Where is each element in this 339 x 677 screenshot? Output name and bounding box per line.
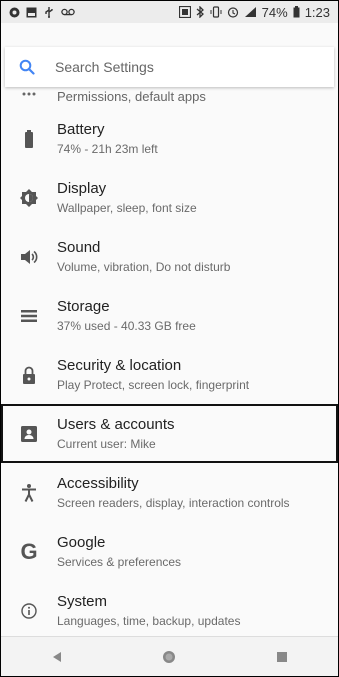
notification-dot-icon <box>9 7 20 18</box>
settings-item-title: Accessibility <box>57 475 139 492</box>
gallery-icon <box>26 7 37 18</box>
navigation-bar <box>1 636 338 676</box>
settings-item-subtitle: Services & preferences <box>57 555 182 569</box>
list-item-apps-partial[interactable]: Permissions, default apps <box>1 87 338 109</box>
list-item-subtitle: Permissions, default apps <box>57 89 206 104</box>
usb-icon <box>43 6 55 18</box>
clock: 1:23 <box>304 4 330 20</box>
search-input[interactable]: Search Settings <box>55 59 154 75</box>
home-icon <box>163 651 176 663</box>
settings-item-storage[interactable]: Storage 37% used - 40.33 GB free <box>1 286 338 345</box>
back-icon <box>53 652 62 662</box>
volume-icon <box>1 249 57 265</box>
settings-item-subtitle: Play Protect, screen lock, fingerprint <box>57 378 250 392</box>
search-icon[interactable] <box>9 59 45 75</box>
recents-icon <box>276 652 287 662</box>
nfc-icon <box>178 6 191 18</box>
settings-item-subtitle: Current user: Mike <box>57 437 156 451</box>
info-icon <box>1 602 57 619</box>
settings-item-google[interactable]: G Google Services & preferences <box>1 522 338 581</box>
alarm-icon <box>227 6 239 18</box>
more-icon <box>1 92 57 96</box>
voicemail-icon <box>61 8 75 16</box>
battery-icon <box>293 6 300 18</box>
settings-item-title: Users & accounts <box>57 416 175 433</box>
recents-button[interactable] <box>252 637 312 676</box>
settings-item-title: Storage <box>57 298 110 315</box>
settings-item-system[interactable]: System Languages, time, backup, updates <box>1 581 338 640</box>
settings-item-users[interactable]: Users & accounts Current user: Mike <box>1 404 338 463</box>
status-left <box>1 6 75 18</box>
status-bar: 74% 1:23 <box>1 1 338 23</box>
settings-item-subtitle: Volume, vibration, Do not disturb <box>57 260 231 274</box>
settings-list: Permissions, default apps Battery 74% - … <box>1 87 338 640</box>
settings-item-title: System <box>57 593 108 610</box>
settings-item-title: Google <box>57 534 106 551</box>
settings-item-accessibility[interactable]: Accessibility Screen readers, display, i… <box>1 463 338 522</box>
settings-item-battery[interactable]: Battery 74% - 21h 23m left <box>1 109 338 168</box>
lock-icon <box>1 366 57 384</box>
settings-item-title: Security & location <box>57 357 182 374</box>
google-icon: G <box>20 538 38 564</box>
settings-item-subtitle: Languages, time, backup, updates <box>57 614 241 628</box>
status-right: 74% 1:23 <box>178 4 338 20</box>
settings-item-subtitle: Wallpaper, sleep, font size <box>57 201 197 215</box>
battery-percent: 74% <box>261 4 288 20</box>
account-box-icon <box>1 425 57 442</box>
accessibility-icon <box>1 483 57 502</box>
brightness-icon <box>1 188 57 207</box>
battery-icon <box>1 129 57 148</box>
settings-screen: 74% 1:23 Search Settings Permissions, de… <box>0 0 339 677</box>
settings-item-security[interactable]: Security & location Play Protect, screen… <box>1 345 338 404</box>
settings-item-subtitle: 37% used - 40.33 GB free <box>57 319 196 333</box>
search-bar[interactable]: Search Settings <box>5 47 334 87</box>
settings-item-title: Display <box>57 180 107 197</box>
settings-item-subtitle: 74% - 21h 23m left <box>57 142 158 156</box>
storage-icon <box>1 309 57 323</box>
back-button[interactable] <box>27 637 87 676</box>
settings-item-display[interactable]: Display Wallpaper, sleep, font size <box>1 168 338 227</box>
vibrate-icon <box>210 6 222 18</box>
bluetooth-icon <box>196 6 205 18</box>
settings-item-title: Battery <box>57 121 105 138</box>
settings-item-sound[interactable]: Sound Volume, vibration, Do not disturb <box>1 227 338 286</box>
settings-item-title: Sound <box>57 239 101 256</box>
signal-icon <box>244 6 257 18</box>
settings-item-subtitle: Screen readers, display, interaction con… <box>57 496 290 510</box>
home-button[interactable] <box>139 637 199 676</box>
